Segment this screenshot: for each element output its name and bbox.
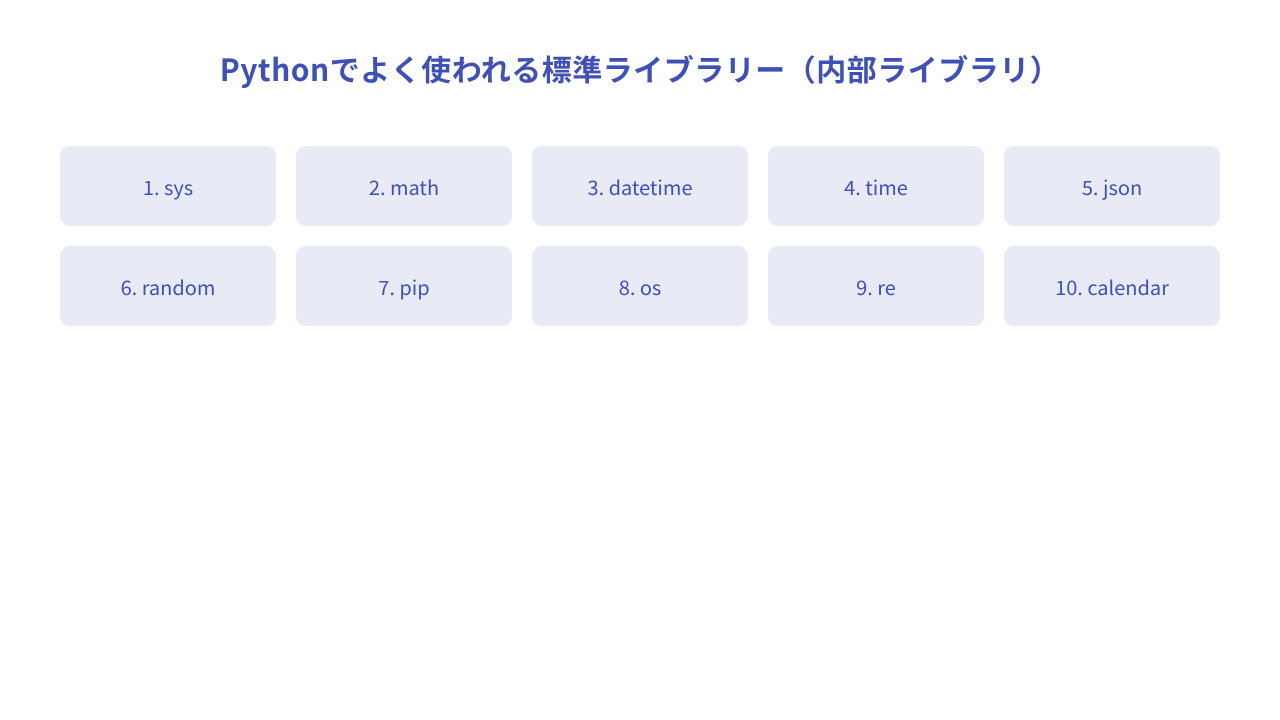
library-card: 1. sys — [60, 146, 276, 226]
library-card: 2. math — [296, 146, 512, 226]
library-card: 6. random — [60, 246, 276, 326]
library-card-label: 6. random — [121, 272, 216, 301]
library-card-label: 8. os — [619, 272, 662, 301]
library-card-label: 7. pip — [378, 272, 429, 301]
library-card-label: 9. re — [856, 272, 896, 301]
library-card-label: 10. calendar — [1055, 272, 1169, 301]
library-card-label: 1. sys — [143, 172, 193, 201]
library-card: 3. datetime — [532, 146, 748, 226]
library-card-label: 2. math — [369, 172, 439, 201]
page-title: Pythonでよく使われる標準ライブラリー（内部ライブラリ） — [60, 46, 1220, 90]
library-card: 4. time — [768, 146, 984, 226]
library-card-label: 3. datetime — [587, 172, 692, 201]
library-card: 10. calendar — [1004, 246, 1220, 326]
library-card: 8. os — [532, 246, 748, 326]
library-card: 7. pip — [296, 246, 512, 326]
library-card: 5. json — [1004, 146, 1220, 226]
library-card-label: 4. time — [844, 172, 908, 201]
library-grid: 1. sys 2. math 3. datetime 4. time 5. js… — [60, 146, 1220, 326]
library-card-label: 5. json — [1082, 172, 1142, 201]
slide-container: Pythonでよく使われる標準ライブラリー（内部ライブラリ） 1. sys 2.… — [0, 0, 1280, 326]
library-card: 9. re — [768, 246, 984, 326]
